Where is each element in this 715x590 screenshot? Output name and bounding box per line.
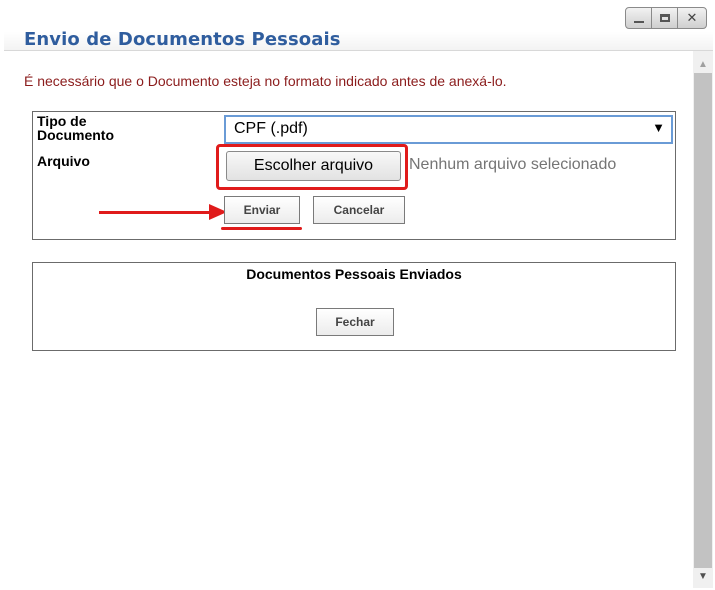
close-panel-button[interactable]: Fechar: [316, 308, 394, 336]
document-type-value: CPF (.pdf): [234, 120, 308, 137]
vertical-scrollbar[interactable]: ▲ ▼: [693, 51, 713, 588]
title-bar[interactable]: Envio de Documentos Pessoais ✕: [4, 4, 713, 51]
format-notice: É necessário que o Documento esteja no f…: [24, 73, 507, 89]
file-status-text: Nenhum arquivo selecionado: [409, 156, 617, 173]
upload-form: Tipo de Documento CPF (.pdf) ▼ Arquivo E…: [32, 111, 676, 240]
dialog-content: É necessário que o Documento esteja no f…: [4, 51, 687, 588]
scroll-down-icon[interactable]: ▼: [698, 571, 708, 582]
submit-underline-highlight: [221, 227, 302, 230]
close-button[interactable]: ✕: [677, 7, 707, 29]
dropdown-arrow-icon: ▼: [652, 120, 665, 135]
minimize-icon: [633, 21, 644, 23]
sent-documents-title: Documentos Pessoais Enviados: [246, 266, 462, 282]
maximize-button[interactable]: [651, 7, 678, 29]
cancel-button[interactable]: Cancelar: [313, 196, 405, 224]
upload-dialog: Envio de Documentos Pessoais ✕ É necessá…: [4, 4, 713, 588]
window-title: Envio de Documentos Pessoais: [24, 29, 341, 50]
file-label: Arquivo: [37, 153, 90, 169]
sent-documents-panel: Documentos Pessoais Enviados Fechar: [32, 262, 676, 351]
document-type-label: Tipo de Documento: [37, 114, 114, 142]
minimize-button[interactable]: [625, 7, 652, 29]
scroll-up-icon[interactable]: ▲: [698, 59, 708, 70]
submit-button[interactable]: Enviar: [224, 196, 300, 224]
choose-file-button[interactable]: Escolher arquivo: [226, 151, 401, 181]
document-type-label-line2: Documento: [37, 127, 114, 143]
close-icon: ✕: [686, 10, 698, 26]
document-type-select[interactable]: CPF (.pdf) ▼: [224, 115, 673, 144]
maximize-icon: [659, 14, 670, 22]
pointer-arrow-line: [99, 211, 211, 214]
window-controls: ✕: [625, 7, 707, 29]
scroll-thumb[interactable]: [694, 73, 712, 568]
